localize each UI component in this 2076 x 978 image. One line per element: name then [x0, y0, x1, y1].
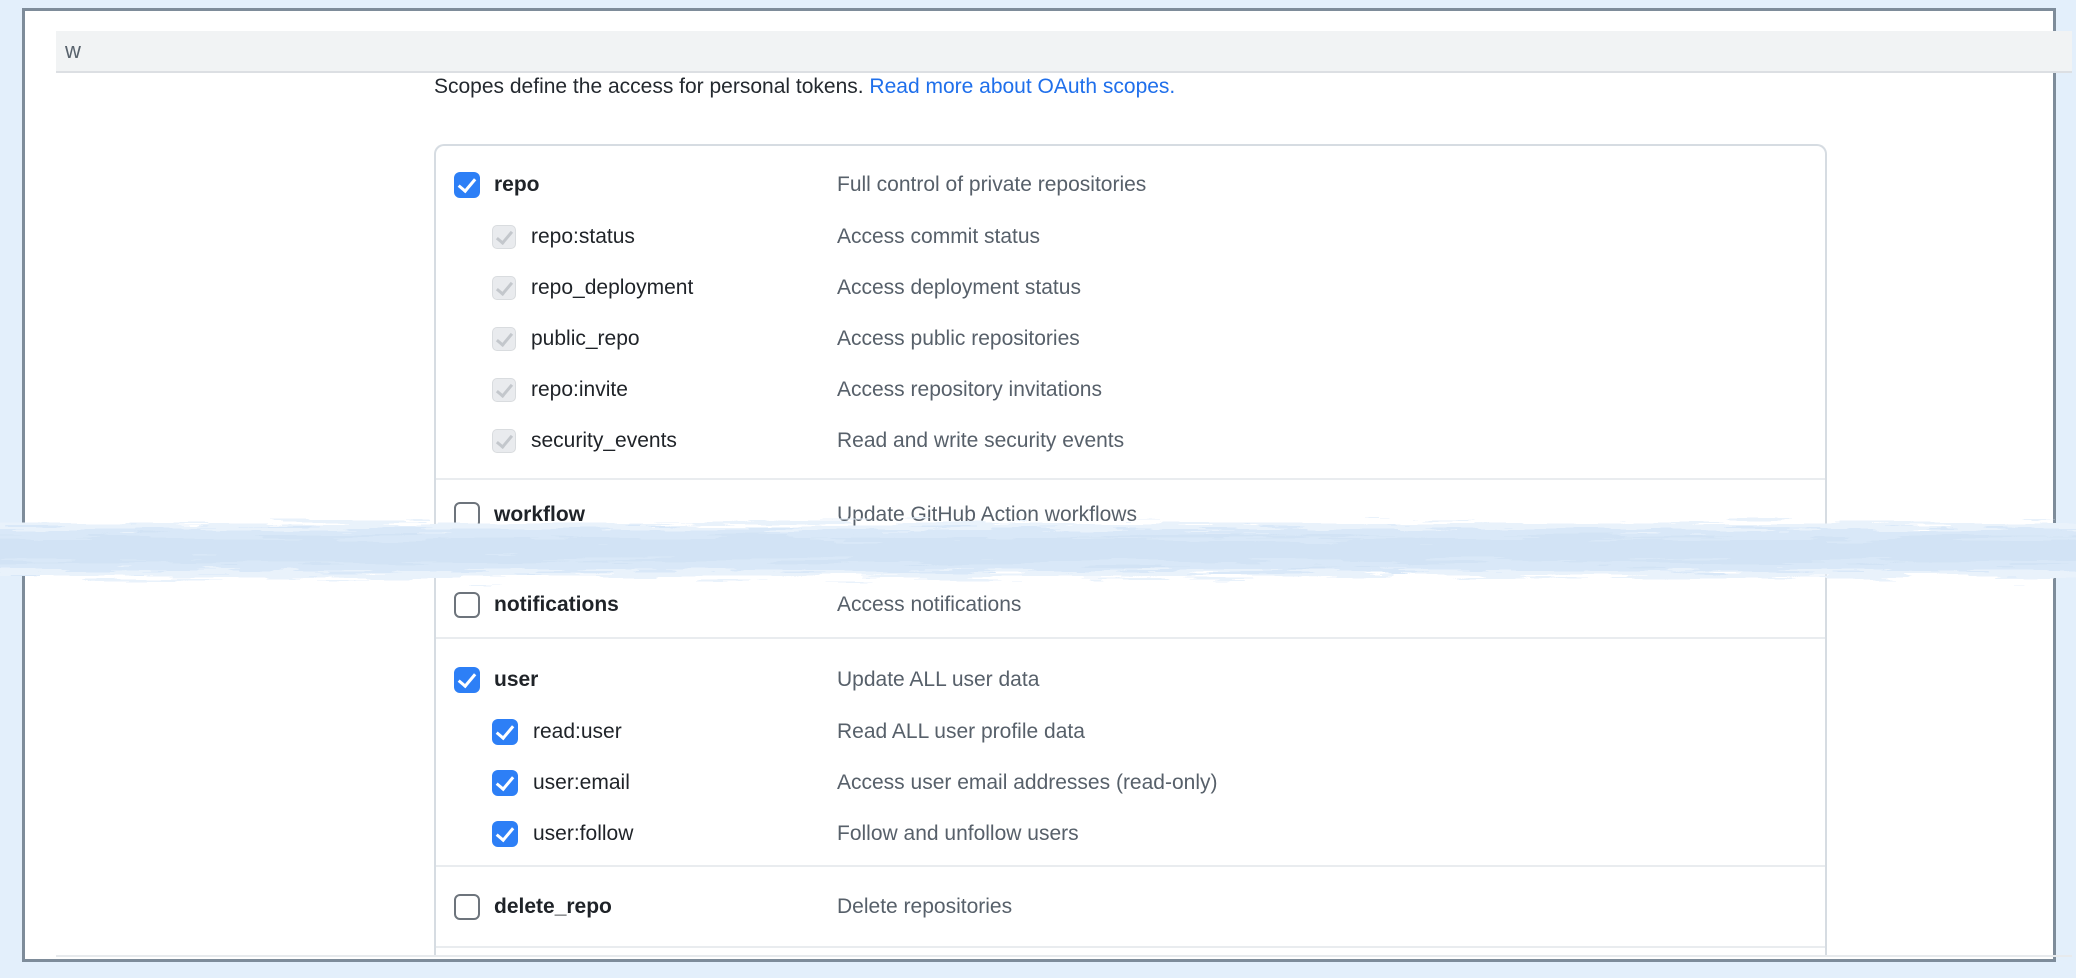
checkbox-user-email[interactable] [492, 770, 518, 796]
checkbox-public-repo [492, 327, 516, 351]
checkbox-read-user[interactable] [492, 719, 518, 745]
content-bottom-divider [56, 955, 2072, 957]
scope-name: repo_deployment [531, 276, 693, 300]
window-frame: w Scopes define the access for personal … [22, 8, 2056, 962]
scope-description: Access public repositories [837, 327, 1080, 351]
scope-row-public-repo: public_repo Access public repositories [436, 321, 1825, 357]
scope-name: user:follow [533, 822, 633, 846]
oauth-scopes-link[interactable]: Read more about OAuth scopes. [869, 75, 1175, 98]
scope-row-security-events: security_events Read and write security … [436, 423, 1825, 459]
scopes-intro-text: Scopes define the access for personal to… [434, 75, 869, 98]
scopes-intro: Scopes define the access for personal to… [434, 72, 1175, 102]
section-divider [436, 478, 1825, 480]
checkbox-repo-status [492, 225, 516, 249]
toolbar-text: w [65, 38, 81, 64]
scope-name: user:email [533, 771, 630, 795]
scope-name: repo [494, 173, 540, 197]
checkbox-workflow[interactable] [454, 502, 480, 528]
scope-description: Access user email addresses (read-only) [837, 771, 1217, 795]
section-divider [436, 946, 1825, 948]
scope-row-user-follow: user:follow Follow and unfollow users [436, 816, 1825, 852]
scope-description: Read and write security events [837, 429, 1124, 453]
scope-description: Delete repositories [837, 895, 1012, 919]
checkbox-repo-invite [492, 378, 516, 402]
scope-description: Full control of private repositories [837, 173, 1146, 197]
scope-description: Access repository invitations [837, 378, 1102, 402]
scope-row-notifications: notifications Access notifications [436, 587, 1825, 623]
toolbar-input[interactable]: w [56, 31, 2072, 73]
checkbox-notifications[interactable] [454, 592, 480, 618]
checkbox-user[interactable] [454, 667, 480, 693]
scope-name: repo:status [531, 225, 635, 249]
scope-description: Read ALL user profile data [837, 720, 1085, 744]
checkbox-repo[interactable] [454, 172, 480, 198]
checkbox-user-follow[interactable] [492, 821, 518, 847]
scope-row-repo-deployment: repo_deployment Access deployment status [436, 270, 1825, 306]
scope-row-delete-repo: delete_repo Delete repositories [436, 889, 1825, 925]
page: { "window": { "toolbar_text": "w" }, "in… [0, 0, 2076, 978]
scope-name: read:user [533, 720, 622, 744]
scope-row-repo-status: repo:status Access commit status [436, 219, 1825, 255]
scope-name: delete_repo [494, 895, 612, 919]
scope-row-user-email: user:email Access user email addresses (… [436, 765, 1825, 801]
scope-name: notifications [494, 593, 619, 617]
section-divider [436, 865, 1825, 867]
scope-name: security_events [531, 429, 677, 453]
scope-row-repo: repo Full control of private repositorie… [436, 167, 1825, 203]
scope-name: public_repo [531, 327, 640, 351]
scopes-list: repo Full control of private repositorie… [434, 144, 1827, 957]
scope-description: Access deployment status [837, 276, 1081, 300]
scope-description: Access commit status [837, 225, 1040, 249]
scope-name: repo:invite [531, 378, 628, 402]
scope-description: Update ALL user data [837, 668, 1039, 692]
scope-description: Update GitHub Action workflows [837, 503, 1137, 527]
checkbox-delete-repo[interactable] [454, 894, 480, 920]
scope-row-workflow: workflow Update GitHub Action workflows [436, 497, 1825, 533]
checkbox-security-events [492, 429, 516, 453]
scope-description: Access notifications [837, 593, 1021, 617]
scope-row-repo-invite: repo:invite Access repository invitation… [436, 372, 1825, 408]
scope-row-user: user Update ALL user data [436, 662, 1825, 698]
scope-name: user [494, 668, 538, 692]
section-divider [436, 637, 1825, 639]
scope-name: workflow [494, 503, 585, 527]
scope-row-read-user: read:user Read ALL user profile data [436, 714, 1825, 750]
scope-description: Follow and unfollow users [837, 822, 1079, 846]
checkbox-repo-deployment [492, 276, 516, 300]
